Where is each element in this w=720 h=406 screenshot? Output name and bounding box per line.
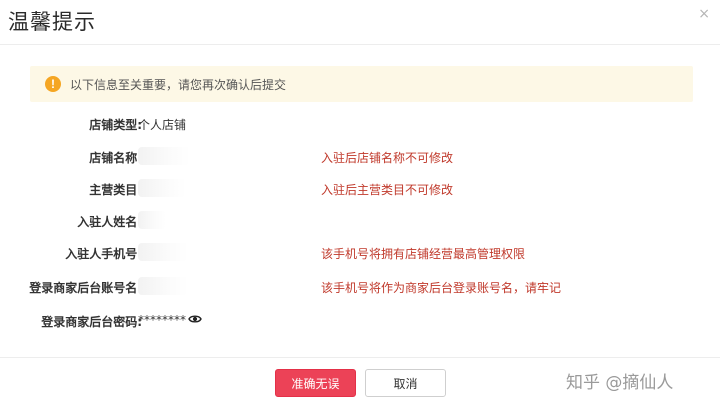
- notice-text: 以下信息至关重要，请您再次确认后提交: [70, 77, 287, 92]
- watermark: 知乎 @摘仙人: [566, 373, 674, 393]
- field-row-applicant-name: 入驻人姓名:: [0, 211, 720, 233]
- header-divider: [0, 44, 720, 45]
- footer-divider: [0, 357, 720, 358]
- field-row-main-category: 主营类目: 入驻后主营类目不可修改: [0, 179, 720, 201]
- redacted-value: [138, 147, 190, 165]
- field-hint: 该手机号将拥有店铺经营最高管理权限: [321, 247, 526, 261]
- field-label: 店铺类型:: [89, 118, 142, 132]
- close-icon[interactable]: ×: [698, 6, 710, 22]
- eye-icon[interactable]: [188, 313, 202, 325]
- field-row-applicant-phone: 入驻人手机号: 该手机号将拥有店铺经营最高管理权限: [0, 243, 720, 265]
- field-hint: 入驻后店铺名称不可修改: [321, 151, 454, 165]
- field-hint: 入驻后主营类目不可修改: [321, 183, 454, 197]
- field-label: 主营类目:: [89, 183, 142, 197]
- field-label: 入驻人姓名:: [77, 215, 142, 229]
- notice-banner: ! 以下信息至关重要，请您再次确认后提交: [30, 66, 693, 102]
- redacted-value: [138, 243, 188, 261]
- field-row-shop-name: 店铺名称: 入驻后店铺名称不可修改: [0, 147, 720, 169]
- warning-icon: !: [45, 76, 61, 92]
- password-value: ********: [138, 313, 186, 327]
- dialog-title: 温馨提示: [8, 10, 96, 34]
- field-row-backend-account: 登录商家后台账号名: 该手机号将作为商家后台登录账号名，请牢记: [0, 277, 720, 299]
- cancel-button[interactable]: 取消: [365, 369, 446, 397]
- redacted-value: [138, 277, 188, 295]
- redacted-value: [138, 211, 166, 229]
- redacted-value: [138, 179, 186, 197]
- field-row-shop-type: 店铺类型: 个人店铺: [0, 116, 720, 136]
- field-value: 个人店铺: [138, 118, 187, 132]
- field-hint: 该手机号将作为商家后台登录账号名，请牢记: [321, 281, 562, 295]
- field-label: 店铺名称:: [89, 151, 142, 165]
- field-label: 登录商家后台密码:: [41, 315, 142, 329]
- field-label: 登录商家后台账号名:: [29, 281, 142, 295]
- field-row-backend-password: 登录商家后台密码: ********: [0, 313, 720, 333]
- confirm-button[interactable]: 准确无误: [275, 369, 356, 397]
- field-label: 入驻人手机号:: [65, 247, 142, 261]
